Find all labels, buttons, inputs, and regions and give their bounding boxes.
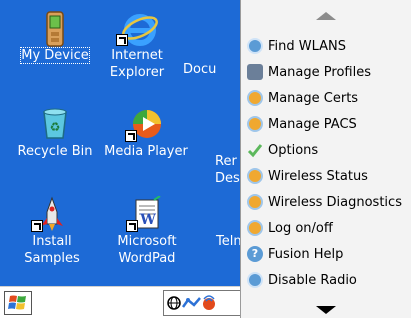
desktop-icon-telnet[interactable]: Teln xyxy=(183,196,243,250)
desktop-icon-label: Internet Explorer xyxy=(109,48,165,80)
system-tray xyxy=(163,290,243,316)
help-icon: ? xyxy=(247,246,263,262)
chevron-down-icon xyxy=(316,306,336,314)
shortcut-arrow-icon xyxy=(31,220,43,232)
desktop-icon-media-player[interactable]: Media Player xyxy=(96,106,196,160)
scroll-up-arrow[interactable] xyxy=(241,6,411,26)
desktop-icon-internet-explorer[interactable]: Internet Explorer xyxy=(87,10,187,81)
menu-item-fusion-help[interactable]: ? Fusion Help xyxy=(247,243,407,265)
menu-item-manage-certs[interactable]: Manage Certs xyxy=(247,87,407,109)
wireless-diagnostics-icon xyxy=(247,194,263,210)
documents-icon xyxy=(183,10,217,44)
windows-flag-icon xyxy=(8,295,26,310)
shortcut-arrow-icon xyxy=(126,220,138,232)
desktop-icon-label: Install Samples xyxy=(24,234,80,266)
desktop-icon-label: Teln xyxy=(216,234,242,249)
certificate-icon xyxy=(247,90,263,106)
remote-desktop-icon xyxy=(183,106,217,140)
logon-icon xyxy=(247,220,263,236)
wireless-context-menu: Find WLANS Manage Profiles Manage Certs … xyxy=(240,0,411,318)
desktop-icon-label: Rer Desk xyxy=(215,154,248,186)
menu-item-options[interactable]: Options xyxy=(247,139,407,161)
power-icon xyxy=(247,272,263,288)
wordpad-icon: W xyxy=(126,195,164,232)
start-button[interactable] xyxy=(4,291,32,315)
shortcut-arrow-icon xyxy=(125,130,137,142)
connectivity-icon[interactable] xyxy=(181,297,201,308)
desktop-icon-label: Media Player xyxy=(104,144,188,159)
wireless-status-icon xyxy=(247,168,263,184)
shortcut-arrow-icon xyxy=(116,34,128,46)
svg-text:♻: ♻ xyxy=(50,120,61,134)
scroll-down-arrow[interactable] xyxy=(241,298,411,318)
desktop-icon-recycle-bin[interactable]: ♻ Recycle Bin xyxy=(5,106,105,160)
menu-item-disable-radio[interactable]: Disable Radio xyxy=(247,269,407,291)
menu-item-wireless-status[interactable]: Wireless Status xyxy=(247,165,407,187)
telnet-icon xyxy=(183,196,217,230)
install-samples-icon xyxy=(31,196,69,232)
profiles-icon xyxy=(247,64,263,80)
desktop-icon-documents[interactable]: Docu xyxy=(183,10,243,78)
desktop-icon-label: Docu xyxy=(183,62,217,77)
svg-text:W: W xyxy=(139,212,156,228)
desktop-icon-install-samples[interactable]: Install Samples xyxy=(2,196,102,267)
pacs-icon xyxy=(247,116,263,132)
options-check-icon xyxy=(247,142,263,158)
fusion-wireless-icon[interactable] xyxy=(203,295,215,310)
network-globe-icon[interactable] xyxy=(167,296,181,310)
desktop-icon-label: Microsoft WordPad xyxy=(117,234,177,266)
recycle-bin-icon: ♻ xyxy=(38,106,72,140)
internet-explorer-icon xyxy=(116,10,158,46)
menu-item-find-wlans[interactable]: Find WLANS xyxy=(247,35,407,57)
desktop-icon-label: My Device xyxy=(20,47,90,64)
menu-item-manage-pacs[interactable]: Manage PACS xyxy=(247,113,407,135)
desktop-icon-wordpad[interactable]: W Microsoft WordPad xyxy=(97,195,197,267)
chevron-up-icon xyxy=(316,12,336,20)
pda-icon xyxy=(38,10,72,47)
menu-item-log-on-off[interactable]: Log on/off xyxy=(247,217,407,239)
menu-item-wireless-diagnostics[interactable]: Wireless Diagnostics xyxy=(247,191,407,213)
media-player-icon xyxy=(125,106,163,142)
desktop-icon-remote-desktop[interactable]: Rer Desk xyxy=(183,106,248,187)
search-network-icon xyxy=(247,38,263,54)
menu-item-manage-profiles[interactable]: Manage Profiles xyxy=(247,61,407,83)
desktop-icon-label: Recycle Bin xyxy=(17,144,93,159)
